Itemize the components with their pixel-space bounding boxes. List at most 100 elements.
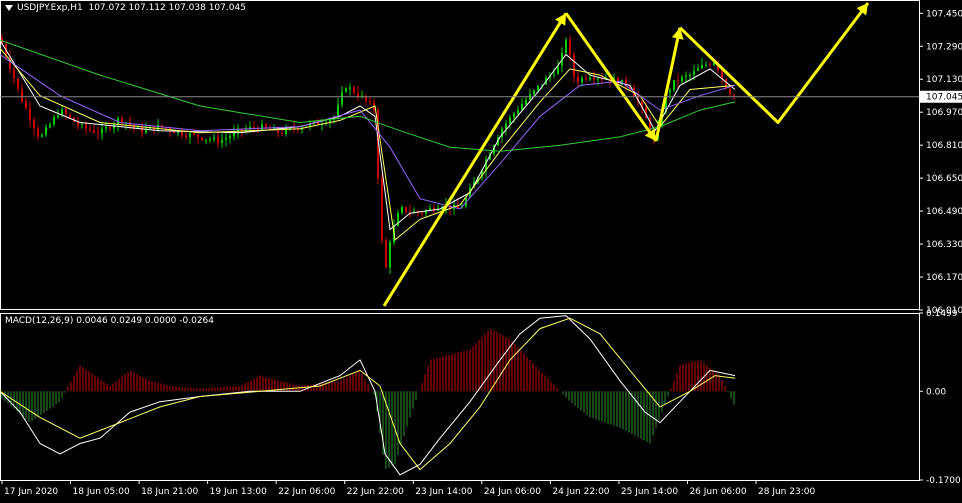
candle-body xyxy=(29,108,31,121)
candle-body xyxy=(69,114,71,118)
time-tick-label: 18 Jun 05:00 xyxy=(73,487,130,497)
candle-body xyxy=(81,124,83,126)
candle-body xyxy=(53,117,55,125)
candle-body xyxy=(509,117,511,124)
candle-body xyxy=(705,64,707,66)
candle-body xyxy=(729,88,731,95)
symbol-label: USDJPY.Exp,H1 xyxy=(17,3,83,13)
candle-body xyxy=(205,139,207,141)
candle-body xyxy=(173,131,175,134)
macd-tick-label: -0.1700 xyxy=(926,476,961,486)
candle-body xyxy=(369,100,371,103)
macd-label: MACD(12,26,9) 0.0046 0.0249 0.0000 -0.02… xyxy=(5,316,215,326)
candle-body xyxy=(209,139,211,141)
dropdown-triangle-icon[interactable] xyxy=(5,4,13,11)
price-tick-label: 106.810 xyxy=(926,141,962,151)
candle-body xyxy=(97,132,99,134)
candle-body xyxy=(261,124,263,130)
candle-body xyxy=(13,69,15,79)
candle-body xyxy=(21,88,23,102)
time-tick-label: 19 Jun 13:00 xyxy=(210,487,267,497)
candle-body xyxy=(521,104,523,111)
candle-body xyxy=(701,65,703,69)
candle-body xyxy=(689,74,691,76)
candle-body xyxy=(681,76,683,82)
time-tick-label: 17 Jun 2020 xyxy=(4,487,58,497)
price-tick-label: 106.330 xyxy=(926,240,962,250)
candle-body xyxy=(345,88,347,92)
time-tick-label: 26 Jun 06:00 xyxy=(689,487,746,497)
macd-header: MACD(12,26,9) 0.0046 0.0249 0.0000 -0.02… xyxy=(5,316,214,326)
candle-body xyxy=(181,131,183,136)
candle-body xyxy=(421,212,423,214)
chart-window[interactable]: 107.450 107.290 107.130 107.045 106.970 106.8… xyxy=(0,0,962,499)
candle-body xyxy=(109,126,111,129)
candle-body xyxy=(685,75,687,77)
candle-body xyxy=(37,128,39,137)
candle-body xyxy=(385,240,387,268)
time-tick-label: 28 Jun 23:00 xyxy=(758,487,815,497)
chart-canvas[interactable]: 107.450 107.290 107.130 107.045 106.970 106.8… xyxy=(0,0,962,499)
candle-body xyxy=(733,94,735,96)
candle-body xyxy=(265,124,267,128)
macd-tick-label: 0.00 xyxy=(926,387,946,397)
candle-body xyxy=(537,85,539,91)
symbol-header: USDJPY.Exp,H1 107.072 107.112 107.038 10… xyxy=(5,3,246,13)
candle-body xyxy=(93,130,95,133)
candle-body xyxy=(213,137,215,140)
candle-body xyxy=(569,39,571,55)
candle-body xyxy=(505,123,507,129)
candle-body xyxy=(157,124,159,131)
candle-body xyxy=(217,137,219,143)
price-tick-label: 107.130 xyxy=(926,75,962,85)
candle-body xyxy=(101,128,103,134)
time-tick-label: 22 Jun 22:00 xyxy=(347,487,404,497)
candle-body xyxy=(357,92,359,97)
candle-body xyxy=(341,91,343,105)
price-tick-label: 106.490 xyxy=(926,207,962,217)
candle-body xyxy=(349,87,351,89)
candle-body xyxy=(57,115,59,118)
price-tick-label: 107.290 xyxy=(926,42,962,52)
candle-body xyxy=(337,104,339,117)
candle-body xyxy=(89,128,91,131)
candle-body xyxy=(189,133,191,138)
candle-body xyxy=(669,90,671,93)
candle-body xyxy=(597,78,599,80)
candle-body xyxy=(77,121,79,126)
candle-body xyxy=(197,134,199,138)
candle-body xyxy=(525,99,527,105)
candle-body xyxy=(693,70,695,75)
candle-body xyxy=(589,77,591,80)
ohlc-label: 107.072 107.112 107.038 107.045 xyxy=(88,3,246,13)
chart-background xyxy=(0,0,962,499)
candle-body xyxy=(141,127,143,133)
price-tick-label: 107.045 xyxy=(926,93,962,103)
candle-body xyxy=(401,207,403,213)
candle-body xyxy=(85,124,87,129)
candle-body xyxy=(105,126,107,129)
candle-body xyxy=(221,140,223,143)
candle-body xyxy=(41,135,43,137)
price-tick-label: 106.650 xyxy=(926,174,962,184)
price-tick-label: 106.170 xyxy=(926,273,962,283)
candle-body xyxy=(65,109,67,115)
candle-body xyxy=(353,87,355,93)
candle-body xyxy=(565,39,567,54)
candle-body xyxy=(17,78,19,89)
time-tick-label: 24 Jun 22:00 xyxy=(552,487,609,497)
candle-body xyxy=(49,124,51,128)
candle-body xyxy=(185,135,187,138)
time-tick-label: 18 Jun 21:00 xyxy=(141,487,198,497)
candle-body xyxy=(577,77,579,83)
candle-body xyxy=(553,73,555,76)
candle-body xyxy=(593,77,595,80)
price-tick-label: 106.970 xyxy=(926,108,962,118)
candle-body xyxy=(677,79,679,82)
candle-body xyxy=(581,77,583,83)
candle-body xyxy=(225,138,227,141)
candle-body xyxy=(585,77,587,80)
candle-body xyxy=(33,120,35,129)
candle-body xyxy=(725,78,727,89)
candle-body xyxy=(229,136,231,139)
